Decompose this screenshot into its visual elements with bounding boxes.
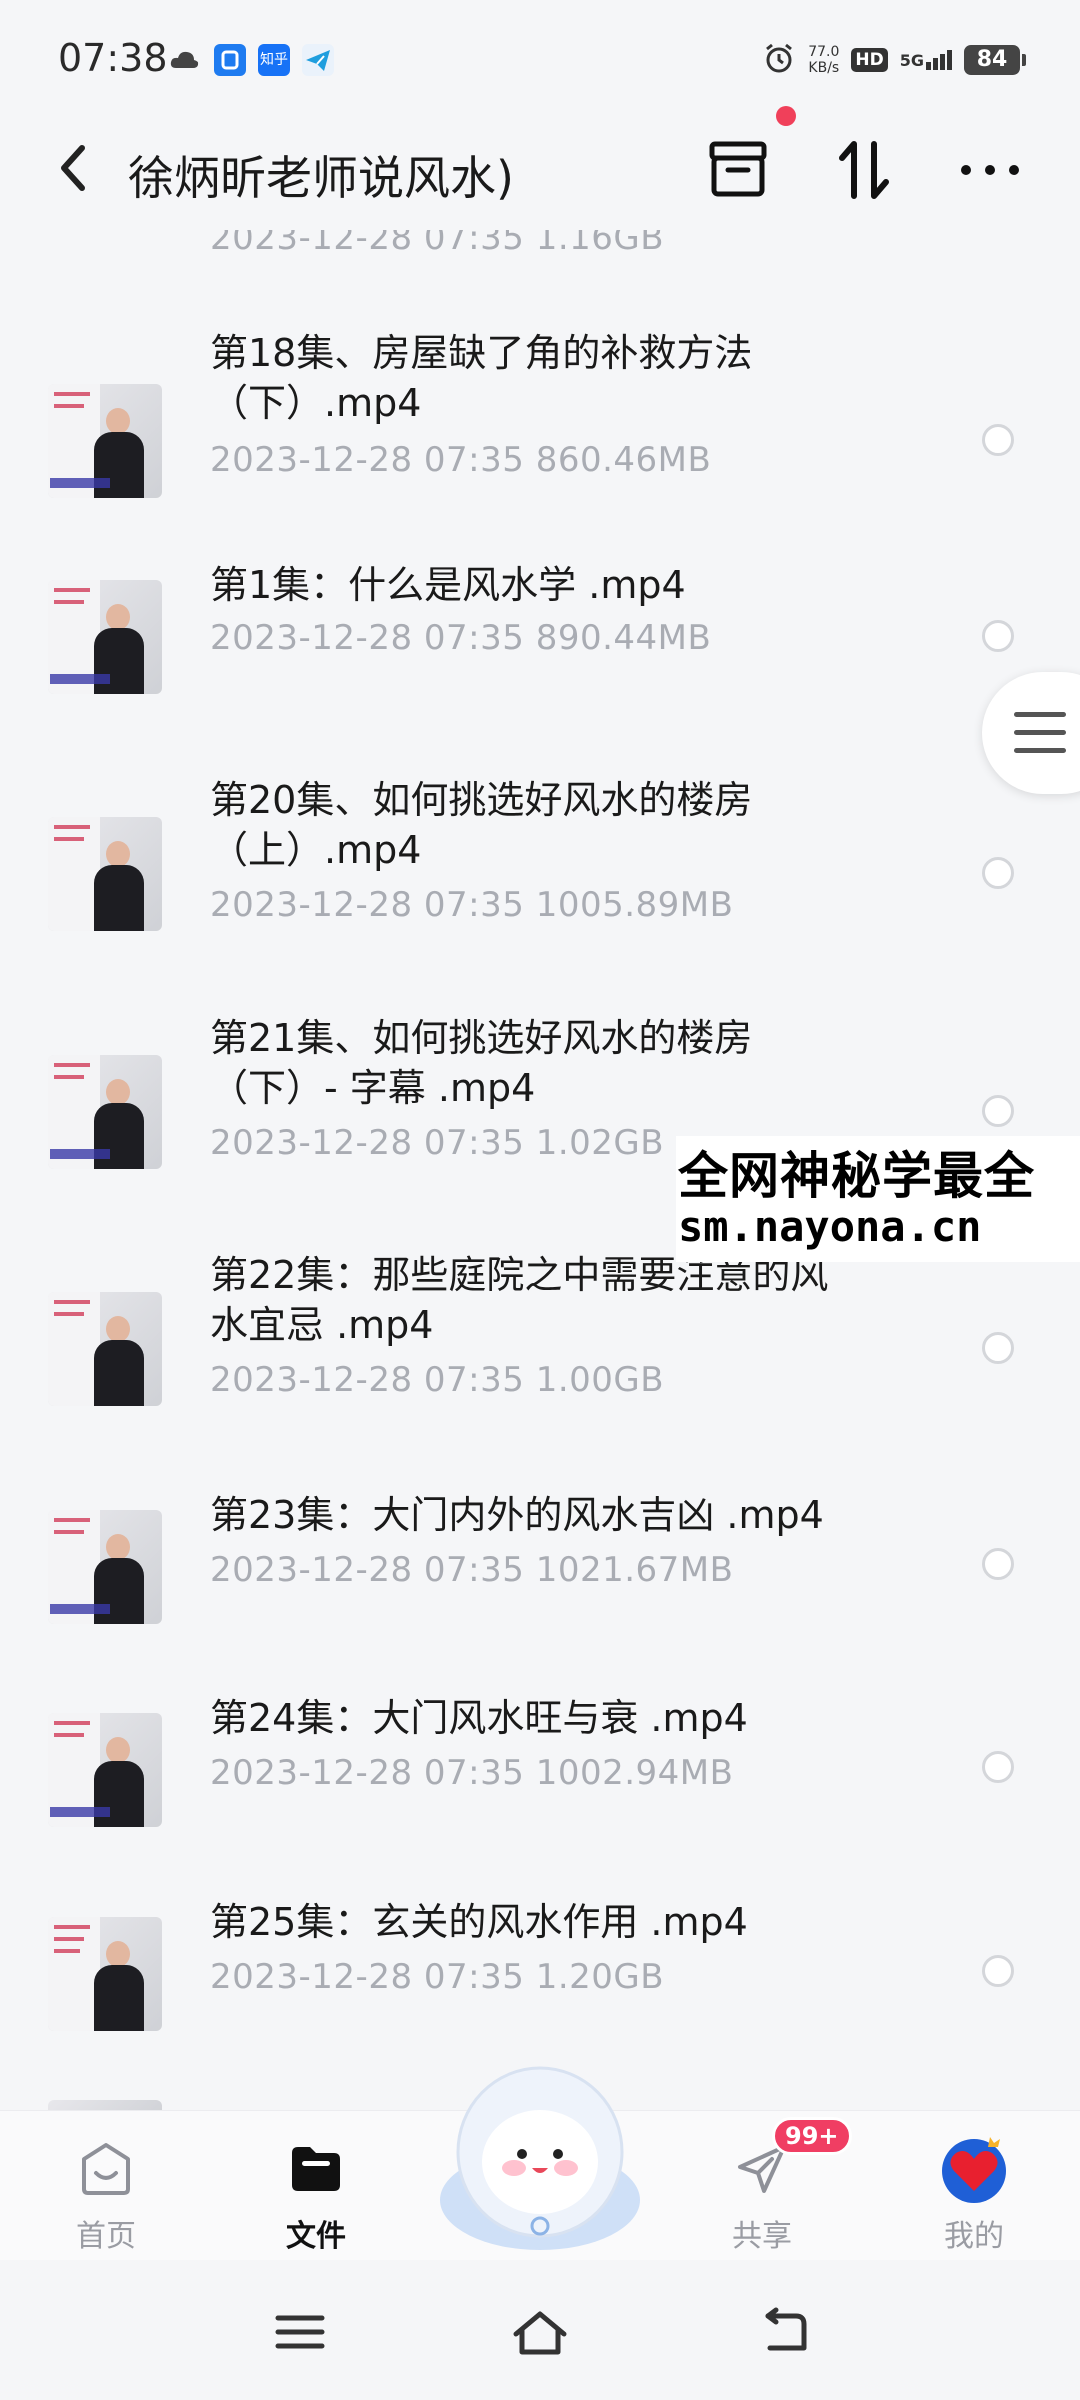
watermark: 全网神秘学最全 sm.nayona.cn (676, 1136, 1080, 1262)
list-item[interactable]: 第23集：大门内外的风水吉凶 .mp4 2023-12-28 07:35 102… (0, 1490, 1080, 1640)
menu-icon[interactable] (270, 2302, 330, 2362)
file-name: 第20集、如何挑选好风水的楼房 (210, 778, 753, 822)
nav-profile[interactable]: 我的 (894, 2111, 1054, 2261)
assistant-mascot-button[interactable] (430, 2050, 650, 2260)
cloud-icon (168, 44, 200, 76)
select-radio[interactable] (982, 1955, 1014, 1987)
file-name: 第24集：大门风水旺与衰 .mp4 (210, 1696, 748, 1740)
list-item[interactable]: 第24集：大门风水旺与衰 .mp4 2023-12-28 07:35 1002.… (0, 1693, 1080, 1843)
back-arrow-icon[interactable] (48, 138, 98, 198)
video-thumbnail (48, 817, 162, 931)
system-nav-bar (0, 2260, 1080, 2400)
sort-icon[interactable] (826, 132, 902, 208)
watermark-line2: sm.nayona.cn (678, 1202, 982, 1251)
battery-icon: 84 (964, 45, 1026, 75)
home-icon (76, 2139, 136, 2199)
share-badge: 99+ (772, 2117, 852, 2155)
notification-dot (776, 106, 796, 126)
select-radio[interactable] (982, 1095, 1014, 1127)
status-time: 07:38 (58, 36, 168, 80)
list-item[interactable]: 第22集：那些庭院之中需要注意的风 水宜忌 .mp4 2023-12-28 07… (0, 1250, 1080, 1450)
video-thumbnail (48, 1292, 162, 1406)
status-bar: 07:38 知乎 77.0 KB/s HD 5G 84 (0, 0, 1080, 110)
nav-home-label: 首页 (76, 2219, 136, 2254)
inbox-icon[interactable] (700, 132, 776, 208)
list-item[interactable]: 第25集：玄关的风水作用 .mp4 2023-12-28 07:35 1.20G… (0, 1897, 1080, 2047)
page-title: 徐炳昕老师说风水) (128, 151, 514, 205)
file-name: 第18集、房屋缺了角的补救方法 (210, 331, 753, 375)
hd-badge: HD (851, 48, 888, 72)
nav-files-label: 文件 (286, 2219, 346, 2254)
file-meta: 2023-12-28 07:35 1.02GB (210, 1123, 665, 1163)
list-item[interactable]: 2023-12-28 07:35 1.16GB (0, 230, 1080, 258)
signal-icon: 5G (900, 50, 952, 70)
video-thumbnail (48, 1510, 162, 1624)
video-thumbnail (48, 1055, 162, 1169)
video-thumbnail (48, 580, 162, 694)
select-radio[interactable] (982, 1332, 1014, 1364)
list-item[interactable]: 第18集、房屋缺了角的补救方法 （下）.mp4 2023-12-28 07:35… (0, 330, 1080, 520)
telegram-app-icon (302, 44, 334, 76)
select-radio[interactable] (982, 1548, 1014, 1580)
home-system-icon[interactable] (510, 2302, 570, 2362)
file-meta: 2023-12-28 07:35 1021.67MB (210, 1550, 734, 1590)
nav-share-label: 共享 (732, 2219, 792, 2254)
file-meta: 2023-12-28 07:35 860.46MB (210, 440, 712, 480)
mail-app-icon (214, 44, 246, 76)
video-thumbnail (48, 1917, 162, 2031)
file-name: 第23集：大门内外的风水吉凶 .mp4 (210, 1493, 824, 1537)
list-item[interactable]: 第1集：什么是风水学 .mp4 2023-12-28 07:35 890.44M… (0, 560, 1080, 710)
file-meta: 2023-12-28 07:35 1.00GB (210, 1360, 665, 1400)
file-name-line2: 水宜忌 .mp4 (210, 1303, 434, 1347)
watermark-line1: 全网神秘学最全 (678, 1147, 1035, 1205)
file-meta: 2023-12-28 07:35 1.20GB (210, 1957, 665, 1997)
file-name-line2: （上）.mp4 (210, 828, 422, 872)
nav-profile-label: 我的 (944, 2219, 1004, 2254)
back-system-icon[interactable] (752, 2302, 812, 2362)
file-name-line2: （下）- 字幕 .mp4 (210, 1066, 536, 1110)
file-name: 第25集：玄关的风水作用 .mp4 (210, 1900, 748, 1944)
file-meta: 2023-12-28 07:35 1005.89MB (210, 885, 734, 925)
select-radio[interactable] (982, 424, 1014, 456)
select-radio[interactable] (982, 1751, 1014, 1783)
net-speed: 77.0 KB/s (808, 44, 840, 76)
profile-heart-icon (942, 2137, 1006, 2203)
nav-share[interactable]: 99+ 共享 (682, 2111, 852, 2261)
file-meta: 2023-12-28 07:35 890.44MB (210, 618, 712, 658)
video-thumbnail (48, 384, 162, 498)
file-name: 第1集：什么是风水学 .mp4 (210, 563, 686, 607)
header: 徐炳昕老师说风水) (0, 106, 1080, 230)
file-meta: 2023-12-28 07:35 1002.94MB (210, 1753, 734, 1793)
zhihu-app-icon: 知乎 (258, 44, 290, 76)
video-thumbnail (48, 1713, 162, 1827)
video-thumbnail (48, 2100, 162, 2110)
folder-icon (286, 2139, 346, 2199)
file-meta: 2023-12-28 07:35 1.16GB (210, 230, 665, 258)
select-radio[interactable] (982, 857, 1014, 889)
more-icon[interactable] (952, 132, 1028, 208)
select-radio[interactable] (982, 620, 1014, 652)
list-item[interactable]: 第20集、如何挑选好风水的楼房 （上）.mp4 2023-12-28 07:35… (0, 775, 1080, 975)
nav-files[interactable]: 文件 (236, 2111, 396, 2261)
file-name: 第21集、如何挑选好风水的楼房 (210, 1016, 753, 1060)
file-name-line2: （下）.mp4 (210, 381, 422, 425)
nav-home[interactable]: 首页 (26, 2111, 186, 2261)
status-right: 77.0 KB/s HD 5G 84 (762, 40, 1026, 80)
alarm-icon (762, 41, 796, 79)
